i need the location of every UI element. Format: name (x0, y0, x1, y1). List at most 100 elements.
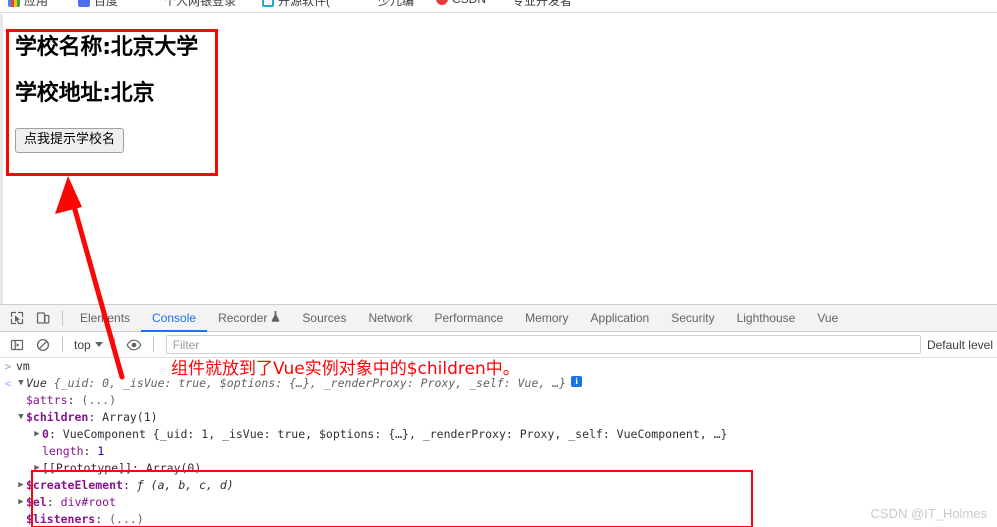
console-property-row-prototype[interactable]: ▶ [[Prototype]] : Array(0) (0, 460, 997, 477)
property-value: (...) (109, 512, 144, 526)
devtools-tabbar: Elements Console Recorder Sources Networ… (0, 305, 997, 332)
bookmark-label: 开源软件( (278, 0, 330, 8)
tab-label: Performance (434, 311, 504, 325)
tab-performance[interactable]: Performance (423, 305, 514, 332)
property-key: 0 (42, 427, 49, 441)
bookmark-label: CSDN (452, 0, 486, 6)
property-key: $listeners (26, 512, 96, 526)
console-context-selector[interactable]: top (69, 338, 108, 352)
filterbar-divider-3 (152, 337, 154, 352)
console-property-row-length[interactable]: length : 1 (0, 443, 997, 460)
expand-toggle-icon[interactable]: ▶ (16, 495, 26, 510)
tab-label: Vue (817, 311, 839, 325)
tab-lighthouse[interactable]: Lighthouse (726, 305, 807, 332)
console-context-value: top (74, 337, 91, 352)
console-output[interactable]: > vm < ▼ Vue {_uid: 0, _isVue: true, $op… (0, 358, 997, 527)
property-value: VueComponent {_uid: 1, _isVue: true, $op… (62, 427, 728, 441)
annotation-note-text: 组件就放到了Vue实例对象中的$children中。 (171, 359, 520, 379)
expand-toggle-icon[interactable]: ▶ (32, 427, 42, 442)
result-prompt-icon: < (4, 377, 12, 390)
bookmark-label: 少儿编 (378, 0, 415, 8)
property-value: (...) (81, 393, 117, 407)
property-key: [[Prototype]] (42, 461, 133, 475)
inspect-element-icon[interactable] (4, 306, 30, 330)
bookmark-item-kids-coding[interactable]: 少儿编 (378, 0, 414, 9)
property-key: $createElement (26, 478, 123, 492)
prompt-icon: > (4, 360, 12, 373)
tab-label: Sources (302, 311, 347, 325)
filterbar-divider-2 (113, 337, 115, 352)
bookmark-item-apps[interactable]: 应用 (8, 0, 48, 9)
console-property-row-el[interactable]: ▶ $el : div#root (0, 494, 997, 511)
google-apps-icon (8, 0, 20, 7)
baidu-icon (78, 0, 90, 7)
property-value: ƒ (a, b, c, d) (136, 478, 234, 492)
property-key: $children (26, 410, 89, 424)
tab-label: Application (590, 311, 650, 325)
bookmark-item-bank[interactable]: 个人网银登录 (148, 0, 236, 9)
vue-root-app: 学校名称:北京大学 学校地址:北京 点我提示学校名 (15, 35, 225, 153)
toggle-device-toolbar-icon[interactable] (30, 306, 56, 330)
live-expression-icon[interactable] (121, 333, 147, 357)
console-property-row-children[interactable]: ▼ $children : Array(1) (0, 409, 997, 426)
screenshot-root: 应用 百度 个人网银登录 开源软件( 少儿编 CSDN 专业开发者 学校名称:北… (0, 0, 997, 527)
bookmark-item-baidu[interactable]: 百度 (78, 0, 118, 9)
tab-label: Security (671, 311, 715, 325)
tab-elements[interactable]: Elements (69, 305, 141, 332)
expand-toggle-icon[interactable]: ▶ (32, 461, 42, 476)
tab-label: Elements (80, 311, 131, 325)
bookmark-item-oschina[interactable]: 开源软件( (262, 0, 330, 9)
tab-sources[interactable]: Sources (291, 305, 357, 332)
bookmark-item-pro-dev[interactable]: 专业开发者 (512, 0, 572, 9)
tab-label: Lighthouse (736, 311, 796, 325)
clear-console-icon[interactable] (30, 333, 56, 357)
bookmark-label: 专业开发者 (512, 0, 573, 8)
property-value: 1 (97, 444, 105, 458)
property-key: $el (26, 495, 47, 509)
tab-label: Console (152, 311, 197, 325)
show-console-sidebar-icon[interactable] (4, 333, 30, 357)
property-key: length (42, 444, 84, 458)
chevron-down-icon (94, 342, 103, 347)
oschina-icon (262, 0, 274, 7)
bookmark-label: 个人网银登录 (164, 0, 237, 8)
tab-vue[interactable]: Vue (806, 305, 849, 332)
tab-memory[interactable]: Memory (514, 305, 579, 332)
flask-icon (271, 311, 280, 325)
bookmark-label: 百度 (94, 0, 119, 8)
watermark: CSDN @IT_Holmes (870, 506, 988, 521)
console-property-row[interactable]: $attrs : (...) (0, 392, 997, 409)
expand-toggle-icon[interactable]: ▶ (16, 478, 26, 493)
console-property-row-createelement[interactable]: ▶ $createElement : ƒ (a, b, c, d) (0, 477, 997, 494)
console-array-item-row[interactable]: ▶ 0 : VueComponent {_uid: 1, _isVue: tru… (0, 426, 997, 443)
console-log-level-selector[interactable]: Default level (927, 338, 997, 352)
bookmarks-bar: 应用 百度 个人网银登录 开源软件( 少儿编 CSDN 专业开发者 (0, 0, 997, 13)
expand-toggle-icon[interactable]: ▼ (16, 376, 26, 391)
school-name-heading: 学校名称:北京大学 (15, 35, 198, 60)
console-input-value: vm (16, 359, 30, 373)
console-filter-input[interactable]: Filter (165, 335, 921, 354)
tab-label: Memory (525, 311, 569, 325)
collapse-toggle-icon[interactable]: ▼ (16, 410, 26, 425)
show-school-name-button[interactable]: 点我提示学校名 (15, 128, 125, 153)
property-value: Array(0) (145, 461, 202, 475)
property-value[interactable]: div#root (61, 495, 116, 510)
info-icon[interactable]: i (571, 376, 583, 387)
tab-recorder[interactable]: Recorder (207, 305, 291, 332)
console-log-level-value: Default level (926, 337, 993, 352)
console-property-row-listeners[interactable]: $listeners : (...) (0, 511, 997, 527)
tab-application[interactable]: Application (580, 305, 661, 332)
property-value: Array(1) (102, 410, 158, 424)
bookmark-label: 应用 (24, 0, 49, 8)
bookmark-item-csdn[interactable]: CSDN (436, 0, 486, 6)
tab-console[interactable]: Console (141, 305, 207, 332)
toolbar-divider (62, 310, 63, 326)
tab-network[interactable]: Network (357, 305, 423, 332)
result-type: Vue (26, 376, 47, 390)
tab-label: Network (368, 311, 413, 325)
none-icon (148, 0, 160, 7)
tab-label: Recorder (218, 311, 268, 325)
devtools-panel: Elements Console Recorder Sources Networ… (0, 304, 997, 527)
tab-security[interactable]: Security (660, 305, 725, 332)
school-address-heading: 学校地址:北京 (15, 81, 155, 107)
